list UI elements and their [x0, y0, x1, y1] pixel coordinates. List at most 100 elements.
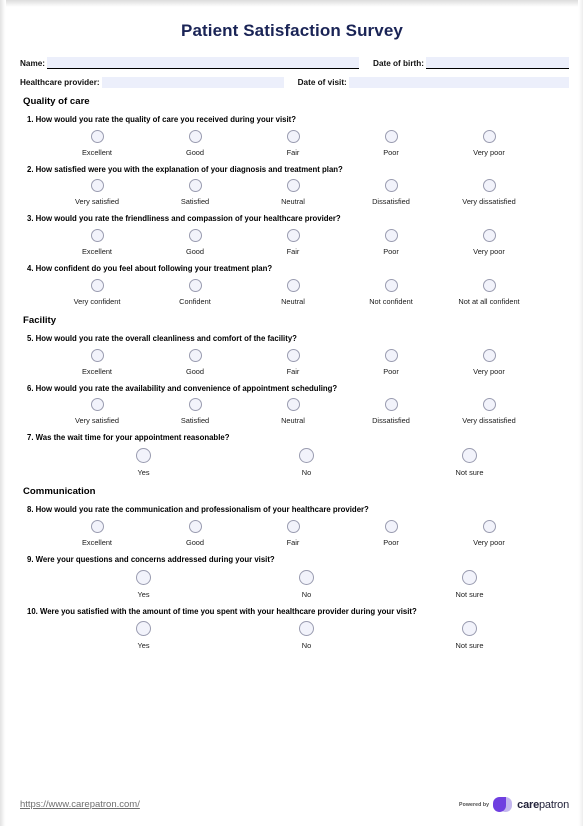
radio-button-icon[interactable]: [299, 621, 314, 637]
radio-option[interactable]: Yes: [62, 448, 225, 477]
radio-button-icon[interactable]: [482, 398, 496, 412]
radio-button-icon[interactable]: [384, 129, 398, 143]
radio-option[interactable]: Not at all confident: [440, 278, 538, 306]
radio-button-icon[interactable]: [188, 398, 202, 412]
radio-option-label: No: [301, 589, 312, 599]
radio-option[interactable]: Dissatisfied: [342, 398, 440, 425]
radio-button-icon[interactable]: [136, 621, 151, 637]
radio-button-icon[interactable]: [482, 278, 496, 292]
radio-option[interactable]: Fair: [244, 519, 342, 547]
radio-button-icon[interactable]: [90, 519, 104, 533]
radio-option[interactable]: Poor: [342, 348, 440, 376]
radio-button-icon[interactable]: [136, 448, 151, 464]
radio-option[interactable]: Poor: [342, 519, 440, 547]
radio-button-icon[interactable]: [482, 129, 496, 143]
radio-option[interactable]: Poor: [342, 229, 440, 256]
healthcare-provider-input[interactable]: [101, 77, 284, 88]
radio-button-icon[interactable]: [462, 621, 477, 637]
radio-option[interactable]: Good: [146, 229, 244, 256]
radio-button-icon[interactable]: [188, 278, 202, 292]
radio-button-icon[interactable]: [462, 448, 477, 464]
radio-option[interactable]: Neutral: [244, 179, 342, 206]
radio-option[interactable]: Very poor: [440, 519, 538, 547]
radio-option[interactable]: Excellent: [48, 229, 146, 256]
radio-button-icon[interactable]: [188, 179, 202, 193]
radio-button-icon[interactable]: [482, 179, 496, 193]
radio-button-icon[interactable]: [384, 278, 398, 292]
radio-option[interactable]: Yes: [62, 621, 225, 650]
radio-button-icon[interactable]: [90, 179, 104, 193]
radio-option[interactable]: Poor: [342, 129, 440, 157]
radio-option[interactable]: Fair: [244, 129, 342, 157]
option-row: Yes No Not sure: [62, 569, 569, 599]
name-input[interactable]: [47, 57, 360, 69]
radio-option-label: Fair: [286, 247, 300, 257]
radio-option[interactable]: Very poor: [440, 129, 538, 157]
radio-option[interactable]: No: [225, 569, 388, 599]
question-text: 10. Were you satisfied with the amount o…: [27, 606, 417, 616]
radio-option[interactable]: Good: [146, 519, 244, 547]
survey-question: 6. How would you rate the availability a…: [20, 384, 569, 426]
radio-button-icon[interactable]: [384, 398, 398, 412]
radio-button-icon[interactable]: [188, 348, 202, 362]
radio-button-icon[interactable]: [482, 348, 496, 362]
radio-option[interactable]: Very poor: [440, 229, 538, 256]
radio-button-icon[interactable]: [286, 129, 300, 143]
radio-button-icon[interactable]: [90, 398, 104, 412]
radio-option[interactable]: Very poor: [440, 348, 538, 376]
radio-option[interactable]: No: [225, 621, 388, 650]
radio-button-icon[interactable]: [90, 348, 104, 362]
radio-button-icon[interactable]: [286, 179, 300, 193]
radio-button-icon[interactable]: [482, 519, 496, 533]
radio-option[interactable]: Excellent: [48, 519, 146, 547]
radio-option[interactable]: Not sure: [388, 621, 551, 650]
radio-button-icon[interactable]: [90, 129, 104, 143]
radio-option[interactable]: Not confident: [342, 278, 440, 306]
radio-option[interactable]: Fair: [244, 348, 342, 376]
radio-option[interactable]: Very dissatisfied: [440, 398, 538, 425]
radio-button-icon[interactable]: [384, 179, 398, 193]
radio-option[interactable]: Excellent: [48, 348, 146, 376]
survey-question: 2. How satisfied were you with the expla…: [20, 165, 569, 207]
radio-button-icon[interactable]: [299, 569, 314, 585]
radio-option[interactable]: Very satisfied: [48, 179, 146, 206]
radio-button-icon[interactable]: [188, 129, 202, 143]
date-of-visit-input[interactable]: [348, 77, 569, 88]
radio-option[interactable]: Neutral: [244, 398, 342, 425]
radio-button-icon[interactable]: [90, 229, 104, 243]
radio-option[interactable]: Fair: [244, 229, 342, 256]
radio-button-icon[interactable]: [286, 348, 300, 362]
carepatron-url-link[interactable]: https://www.carepatron.com/: [20, 799, 140, 810]
radio-option[interactable]: No: [225, 448, 388, 477]
radio-button-icon[interactable]: [482, 229, 496, 243]
radio-button-icon[interactable]: [286, 229, 300, 243]
radio-button-icon[interactable]: [286, 519, 300, 533]
radio-button-icon[interactable]: [286, 278, 300, 292]
radio-option[interactable]: Dissatisfied: [342, 179, 440, 206]
radio-option[interactable]: Very dissatisfied: [440, 179, 538, 206]
radio-button-icon[interactable]: [384, 229, 398, 243]
radio-option[interactable]: Very satisfied: [48, 398, 146, 425]
radio-option[interactable]: Satisfied: [146, 398, 244, 425]
radio-button-icon[interactable]: [188, 229, 202, 243]
radio-button-icon[interactable]: [136, 569, 151, 585]
radio-option[interactable]: Satisfied: [146, 179, 244, 206]
radio-option[interactable]: Yes: [62, 569, 225, 599]
radio-button-icon[interactable]: [299, 448, 314, 464]
radio-option[interactable]: Confident: [146, 278, 244, 306]
radio-button-icon[interactable]: [188, 519, 202, 533]
radio-option[interactable]: Very confident: [48, 278, 146, 306]
radio-option[interactable]: Neutral: [244, 278, 342, 306]
radio-option[interactable]: Not sure: [388, 569, 551, 599]
radio-button-icon[interactable]: [462, 569, 477, 585]
radio-option[interactable]: Excellent: [48, 129, 146, 157]
radio-button-icon[interactable]: [286, 398, 300, 412]
date-of-birth-input[interactable]: [425, 57, 569, 69]
radio-button-icon[interactable]: [384, 348, 398, 362]
radio-option[interactable]: Good: [146, 129, 244, 157]
option-row: Very confident Confident Neutral Not confid…: [48, 278, 569, 306]
radio-button-icon[interactable]: [384, 519, 398, 533]
radio-option[interactable]: Good: [146, 348, 244, 376]
radio-option[interactable]: Not sure: [388, 448, 551, 477]
radio-button-icon[interactable]: [90, 278, 104, 292]
